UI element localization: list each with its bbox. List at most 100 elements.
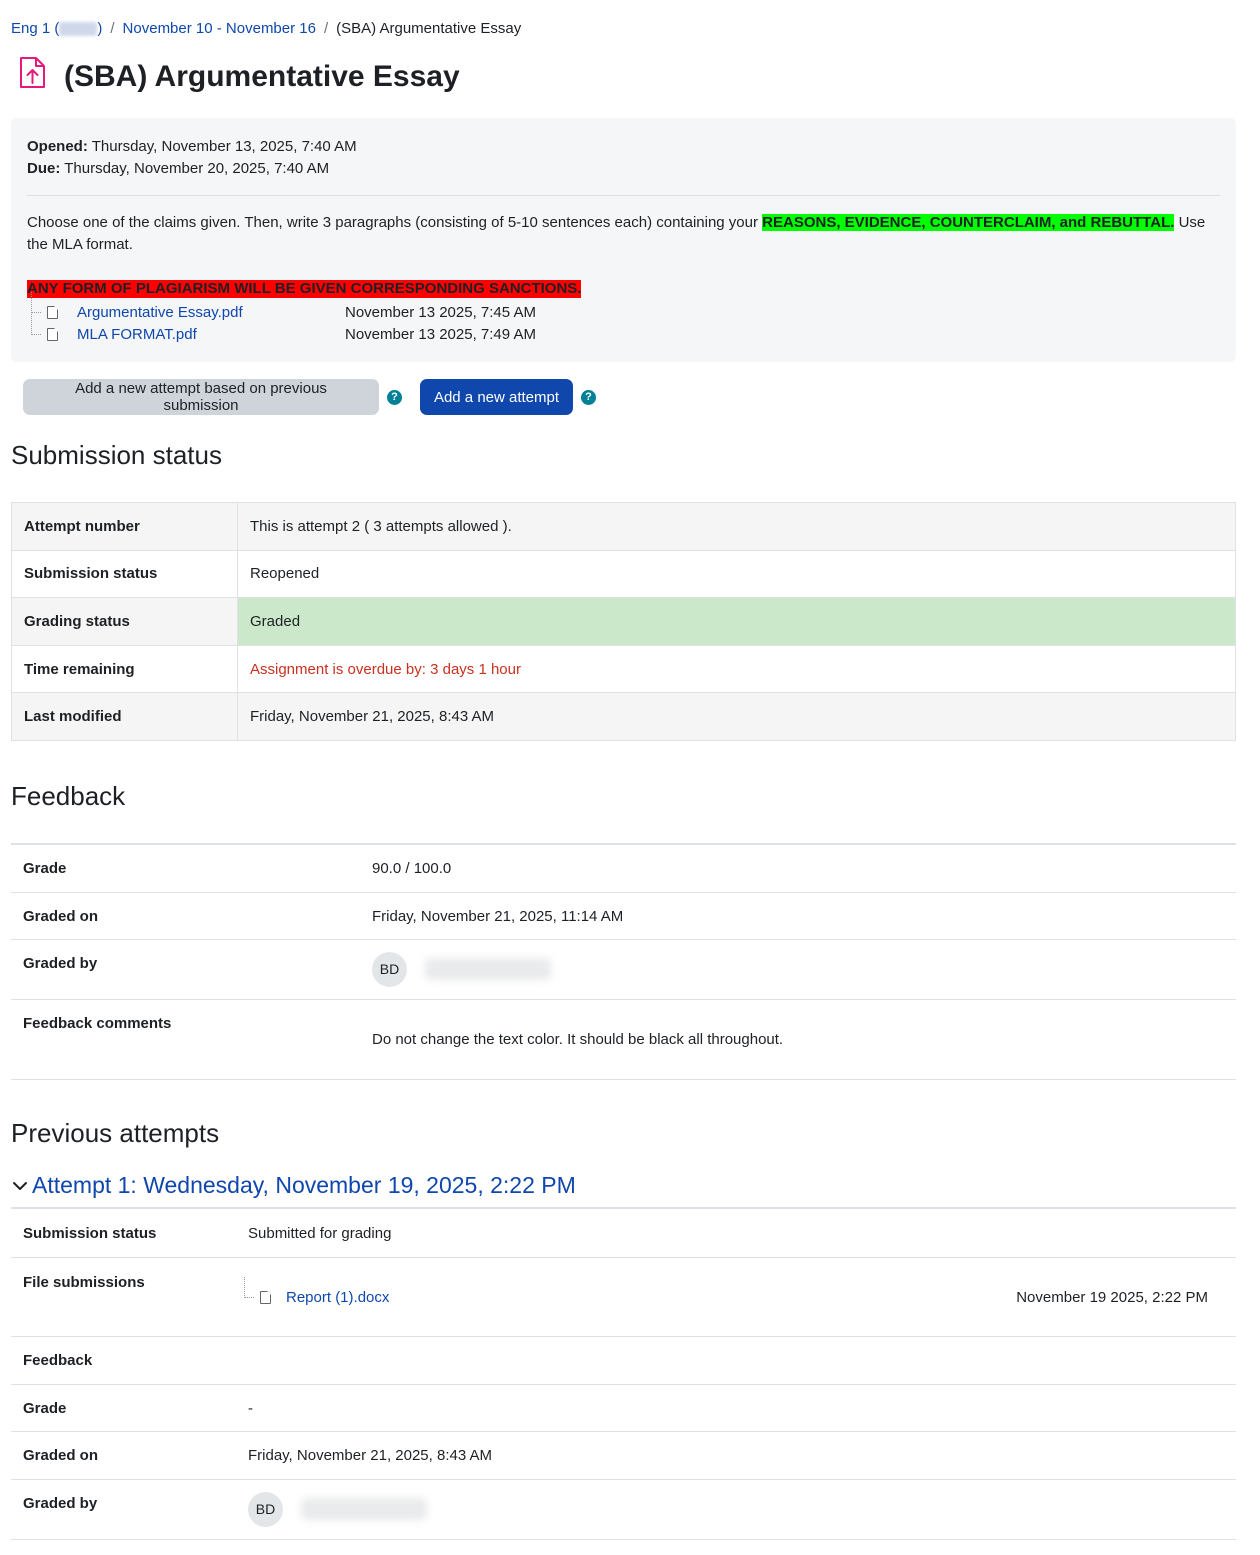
opened-value: Thursday, November 13, 2025, 7:40 AM [91, 138, 357, 155]
file-link[interactable]: MLA FORMAT.pdf [77, 324, 197, 346]
attempt-number-value: This is attempt 2 ( 3 attempts allowed )… [237, 502, 1236, 551]
plagiarism-warning: ANY FORM OF PLAGIARISM WILL BE GIVEN COR… [27, 280, 582, 298]
breadcrumb-week-link[interactable]: November 10 - November 16 [123, 20, 316, 37]
redacted-course-name [59, 22, 98, 37]
submission-status-heading: Submission status [11, 440, 222, 470]
breadcrumb-separator: / [323, 20, 329, 37]
due-value: Thursday, November 20, 2025, 7:40 AM [64, 160, 330, 177]
table-row: Time remaining Assignment is overdue by:… [11, 644, 1236, 694]
table-row: Grading status Graded [11, 597, 1236, 646]
graded-on-value: Friday, November 21, 2025, 11:14 AM [360, 891, 1236, 939]
feedback-comments-value: Do not change the text color. It should … [360, 998, 1236, 1080]
table-row: Graded by BD [11, 938, 1236, 999]
file-link[interactable]: Report (1).docx [286, 1287, 389, 1309]
table-row: Attempt number This is attempt 2 ( 3 att… [11, 502, 1236, 551]
opened-date: Opened: Thursday, November 13, 2025, 7:4… [27, 136, 357, 158]
chevron-down-icon [13, 1181, 27, 1190]
file-link[interactable]: Argumentative Essay.pdf [77, 302, 243, 324]
activity-info: Opened: Thursday, November 13, 2025, 7:4… [11, 118, 1236, 362]
row-label: Attempt number [11, 502, 238, 551]
breadcrumb-course-suffix: ) [97, 20, 103, 37]
submission-status-table: Attempt number This is attempt 2 ( 3 att… [11, 502, 1236, 741]
tree-connector [31, 314, 41, 335]
assignment-upload-icon [20, 57, 45, 88]
activity-dates: Opened: Thursday, November 13, 2025, 7:4… [27, 136, 357, 180]
table-row: Grade - [11, 1383, 1236, 1431]
feedback-comments-label: Feedback comments [11, 998, 360, 1080]
docx-file-icon [260, 1290, 271, 1304]
grader: BD [360, 938, 1236, 999]
row-label: File submissions [11, 1256, 236, 1336]
table-row: Graded on Friday, November 21, 2025, 8:4… [11, 1430, 1236, 1479]
file-date: November 13 2025, 7:49 AM [345, 326, 536, 343]
feedback-heading: Feedback [11, 781, 126, 811]
submission-status-value: Reopened [237, 549, 1236, 599]
table-row: File submissions Report (1).docx Novembe… [11, 1256, 1236, 1336]
attempt-1-toggle[interactable]: Attempt 1: Wednesday, November 19, 2025,… [11, 1172, 576, 1199]
time-remaining-value: Assignment is overdue by: 3 days 1 hour [237, 644, 1236, 694]
breadcrumb-current: (SBA) Argumentative Essay [336, 20, 522, 37]
pdf-file-icon [47, 328, 58, 341]
table-row: Submission status Submitted for grading [11, 1207, 1236, 1257]
redacted-grader-name [425, 958, 551, 980]
table-row: Feedback comments Do not change the text… [11, 998, 1236, 1080]
row-label: Time remaining [11, 644, 238, 694]
graded-by-label: Graded by [11, 938, 360, 999]
row-label: Last modified [11, 692, 238, 741]
help-icon[interactable]: ? [387, 390, 402, 405]
feedback-table: Grade 90.0 / 100.0 Graded on Friday, Nov… [11, 843, 1236, 1080]
table-row: Submission status Reopened [11, 549, 1236, 599]
row-label: Grade [11, 1383, 236, 1431]
file-submissions: Report (1).docx November 19 2025, 2:22 P… [236, 1256, 1236, 1336]
avatar[interactable]: BD [248, 1491, 283, 1527]
breadcrumb: Eng 1 () / November 10 - November 16 / (… [11, 20, 521, 37]
empty-cell [236, 1335, 1236, 1384]
grading-status-value: Graded [237, 597, 1236, 646]
last-modified-value: Friday, November 21, 2025, 8:43 AM [237, 692, 1236, 741]
grade-value: 90.0 / 100.0 [360, 843, 1236, 892]
divider [27, 195, 1220, 196]
file-date: November 13 2025, 7:45 AM [345, 304, 536, 321]
graded-on-value: Friday, November 21, 2025, 8:43 AM [236, 1430, 1236, 1479]
previous-attempt-table: Submission status Submitted for grading … [11, 1207, 1236, 1540]
avatar[interactable]: BD [372, 951, 407, 987]
description-text: Choose one of the claims given. Then, wr… [27, 214, 763, 231]
row-label: Grading status [11, 597, 238, 646]
pdf-file-icon [47, 306, 58, 319]
table-row: Graded on Friday, November 21, 2025, 11:… [11, 891, 1236, 939]
grader: BD [236, 1478, 1236, 1540]
graded-on-label: Graded on [11, 891, 360, 939]
previous-attempts-heading: Previous attempts [11, 1118, 220, 1148]
help-icon[interactable]: ? [581, 390, 596, 405]
row-label: Submission status [11, 1207, 236, 1257]
breadcrumb-course-prefix: Eng 1 ( [11, 20, 60, 37]
table-row: Graded by BD [11, 1478, 1236, 1540]
page-title: (SBA) Argumentative Essay [64, 60, 460, 93]
tree-connector [31, 292, 41, 313]
table-row: Feedback [11, 1335, 1236, 1384]
row-label: Graded by [11, 1478, 236, 1540]
highlighted-requirements: REASONS, EVIDENCE, COUNTERCLAIM, and REB… [762, 214, 1175, 231]
table-row: Last modified Friday, November 21, 2025,… [11, 692, 1236, 741]
row-label: Graded on [11, 1430, 236, 1479]
table-row: Grade 90.0 / 100.0 [11, 843, 1236, 892]
add-attempt-from-previous-button[interactable]: Add a new attempt based on previous subm… [23, 379, 379, 415]
add-new-attempt-button[interactable]: Add a new attempt [420, 379, 573, 415]
assignment-description: Choose one of the claims given. Then, wr… [27, 212, 1212, 256]
grade-value: - [236, 1383, 1236, 1431]
page-header: (SBA) Argumentative Essay [17, 56, 460, 93]
breadcrumb-course-link[interactable]: Eng 1 () [11, 20, 102, 37]
redacted-grader-name [301, 1498, 427, 1520]
due-date: Due: Thursday, November 20, 2025, 7:40 A… [27, 158, 357, 180]
tree-connector [244, 1276, 254, 1298]
breadcrumb-separator: / [110, 20, 115, 37]
grade-label: Grade [11, 843, 360, 892]
row-label: Submission status [11, 549, 238, 599]
due-label: Due: [27, 160, 61, 177]
file-date: November 19 2025, 2:22 PM [1016, 1288, 1208, 1306]
file-item: Report (1).docx November 19 2025, 2:22 P… [244, 1276, 1208, 1309]
attempt-title: Attempt 1: Wednesday, November 19, 2025,… [32, 1172, 576, 1198]
opened-label: Opened: [27, 138, 88, 155]
submission-status-value: Submitted for grading [236, 1207, 1236, 1257]
row-label: Feedback [11, 1335, 236, 1384]
